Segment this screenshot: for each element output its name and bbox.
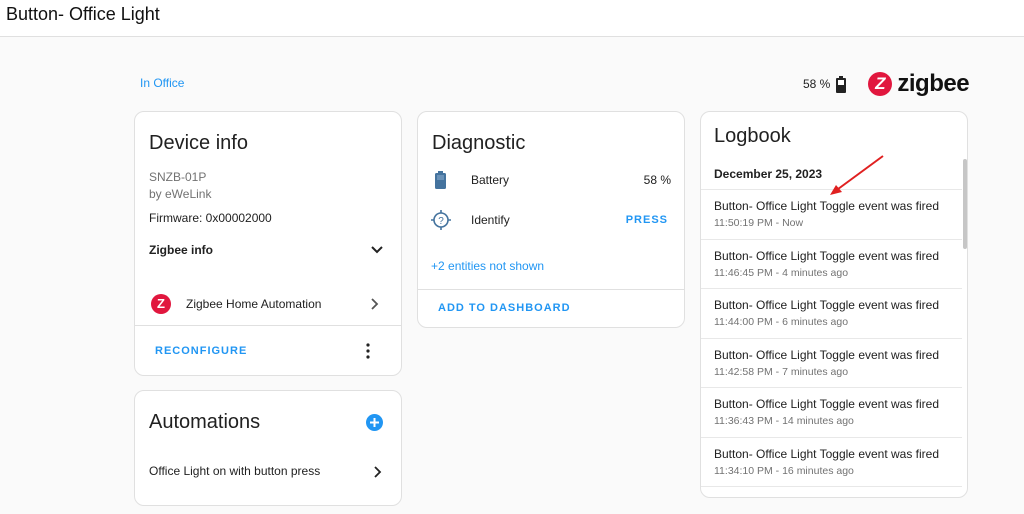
entry-message: Button- Office Light Toggle event was fi… [714, 496, 939, 497]
area-link[interactable]: In Office [140, 76, 184, 90]
zigbee-info-label: Zigbee info [149, 243, 213, 257]
integration-label: Zigbee Home Automation [186, 297, 322, 311]
divider [418, 289, 684, 290]
logbook-entry[interactable]: Button- Office Light Toggle event was fi… [701, 288, 962, 338]
entity-label: Identify [471, 213, 510, 227]
card-title: Diagnostic [432, 132, 526, 154]
identify-icon: ? [431, 210, 451, 230]
automation-item[interactable]: Office Light on with button press [135, 457, 401, 487]
device-firmware: Firmware: 0x00002000 [149, 211, 272, 225]
entry-message: Button- Office Light Toggle event was fi… [714, 347, 940, 362]
chevron-right-icon [371, 298, 379, 310]
divider [135, 325, 401, 326]
automation-label: Office Light on with button press [149, 464, 321, 478]
automations-card: Automations Office Light on with button … [134, 390, 402, 506]
battery-icon [836, 75, 847, 93]
add-automation-icon[interactable] [366, 414, 383, 431]
zigbee-logo: Zzigbee [868, 70, 970, 98]
entry-message: Button- Office Light Toggle event was fi… [714, 446, 940, 461]
device-info-card: Device info SNZB-01P by eWeLink Firmware… [134, 111, 402, 376]
entry-time: 11:46:45 PM - 4 minutes ago [714, 266, 849, 279]
page-title: Button- Office Light [6, 4, 160, 24]
entity-label: Battery [471, 173, 510, 187]
entry-time: 11:34:10 PM - 16 minutes ago [714, 464, 854, 477]
integration-link[interactable]: Z Zigbee Home Automation [135, 288, 401, 320]
battery-entity[interactable]: Battery 58 % [418, 166, 684, 196]
entry-message: Button- Office Light Toggle event was fi… [714, 298, 940, 312]
zigbee-info-expander[interactable]: Zigbee info [135, 234, 401, 268]
device-manufacturer: by eWeLink [149, 187, 212, 201]
card-title: Automations [149, 411, 261, 433]
device-status: 58 % Zzigbee [803, 70, 970, 98]
logbook-card: Logbook December 25, 2023 Button- Office… [700, 111, 968, 498]
chevron-right-icon [374, 466, 382, 478]
logbook-entry[interactable]: Button- Office Light Toggle event was fi… [701, 486, 962, 497]
entry-message: Button- Office Light Toggle event was fi… [714, 199, 940, 213]
zigbee-icon: Z [151, 294, 171, 314]
entity-value: 58 % [643, 173, 671, 187]
entry-time: 11:50:19 PM - Now [714, 217, 804, 229]
more-vert-icon[interactable] [365, 343, 371, 359]
card-title: Logbook [714, 125, 791, 147]
entry-time: 11:44:00 PM - 6 minutes ago [714, 316, 849, 328]
logbook-entry[interactable]: Button- Office Light Toggle event was fi… [701, 387, 962, 437]
identify-entity: ? Identify PRESS [418, 206, 684, 236]
device-model: SNZB-01P [149, 170, 207, 184]
entry-message: Button- Office Light Toggle event was fi… [714, 248, 940, 263]
battery-icon [435, 171, 446, 189]
add-to-dashboard-button[interactable]: ADD TO DASHBOARD [438, 302, 571, 314]
entry-time: 11:36:43 PM - 14 minutes ago [714, 415, 854, 427]
chevron-down-icon [371, 246, 383, 254]
battery-level: 58 % [803, 77, 831, 91]
top-bar: Button- Office Light [0, 0, 1024, 37]
red-arrow-annotation [830, 155, 884, 195]
logbook-date: December 25, 2023 [714, 167, 823, 181]
logbook-entry[interactable]: Button- Office Light Toggle event was fi… [701, 337, 962, 388]
hidden-entities-link[interactable]: +2 entities not shown [431, 259, 544, 273]
svg-text:?: ? [438, 216, 444, 227]
logbook-entry[interactable]: Button- Office Light Toggle event was fi… [701, 238, 962, 289]
press-button[interactable]: PRESS [626, 214, 668, 226]
scrollbar[interactable] [963, 159, 967, 249]
diagnostic-card: Diagnostic Battery 58 % ? Identify PRESS… [417, 111, 685, 328]
card-title: Device info [149, 132, 248, 154]
entry-message: Button- Office Light Toggle event was fi… [714, 397, 940, 411]
reconfigure-button[interactable]: RECONFIGURE [155, 345, 247, 357]
entry-time: 11:42:58 PM - 7 minutes ago [714, 365, 849, 378]
logbook-entry[interactable]: Button- Office Light Toggle event was fi… [701, 436, 962, 487]
